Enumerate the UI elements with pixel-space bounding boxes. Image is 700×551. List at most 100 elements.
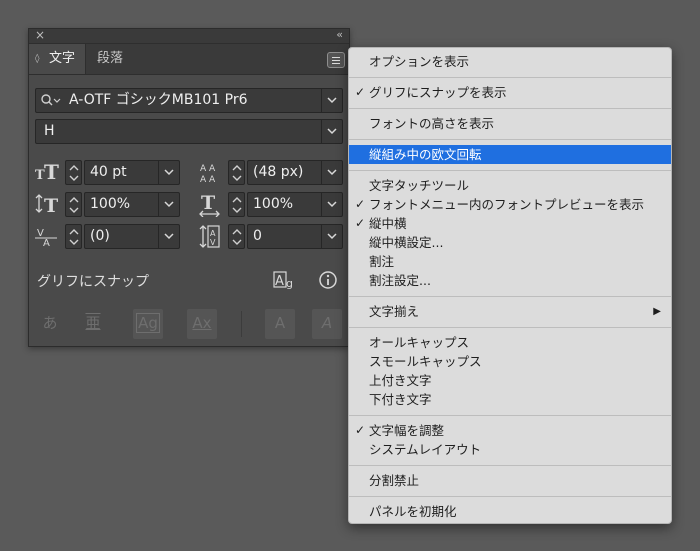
horizontal-scale-icon: T: [199, 192, 223, 221]
menu-item-reset-panel[interactable]: パネルを初期化: [349, 502, 671, 521]
menu-item-font-preview[interactable]: ✓ フォントメニュー内のフォントプレビューを表示: [349, 195, 671, 214]
kerning-stepper[interactable]: [65, 224, 82, 249]
menu-item-label: オプションを表示: [369, 54, 470, 69]
horizontal-scale-stepper[interactable]: [228, 192, 245, 217]
checkmark-icon: ✓: [355, 197, 366, 211]
tab-grip-icon[interactable]: ◊: [35, 44, 39, 74]
menu-line-icon: [332, 63, 340, 64]
close-icon[interactable]: ×: [35, 28, 45, 42]
chevron-down-icon[interactable]: [321, 193, 342, 216]
font-family-value: A-OTF ゴシックMB101 Pr6: [69, 92, 248, 108]
snap-to-x-height-button[interactable]: Ax: [187, 309, 217, 339]
menu-item-rotate-roman-in-vertical[interactable]: 縦組み中の欧文回転: [349, 145, 671, 164]
svg-text:A: A: [209, 175, 216, 184]
search-icon[interactable]: [39, 89, 61, 119]
vertical-scale-value: 100%: [90, 196, 131, 212]
menu-item-show-options[interactable]: オプションを表示: [349, 52, 671, 71]
kanji-icon: 亜: [85, 314, 101, 332]
vertical-scale-field[interactable]: 100%: [84, 192, 180, 217]
leading-field[interactable]: (48 px): [247, 160, 343, 185]
menu-item-label: 文字タッチツール: [369, 178, 470, 193]
menu-item-label: 割注: [369, 254, 395, 269]
svg-text:A: A: [210, 229, 216, 238]
menu-item-show-font-height[interactable]: フォントの高さを表示: [349, 114, 671, 133]
tracking-value: 0: [253, 228, 262, 244]
leading-value: (48 px): [253, 164, 304, 180]
menu-item-adjust-character-width[interactable]: ✓ 文字幅を調整: [349, 421, 671, 440]
checkmark-icon: ✓: [355, 423, 366, 437]
horizontal-scale-field[interactable]: 100%: [247, 192, 343, 217]
svg-text:A: A: [209, 164, 216, 174]
font-style-field[interactable]: H: [35, 119, 343, 144]
font-size-field[interactable]: 40 pt: [84, 160, 180, 185]
menu-item-tate-chu-yoko[interactable]: ✓ 縦中横: [349, 214, 671, 233]
menu-item-label: オールキャップス: [369, 335, 470, 350]
menu-item-small-caps[interactable]: スモールキャップス: [349, 352, 671, 371]
font-family-field[interactable]: A-OTF ゴシックMB101 Pr6: [35, 88, 343, 113]
font-size-stepper[interactable]: [65, 160, 82, 185]
snap-to-proximity-button[interactable]: A: [312, 309, 342, 339]
chevron-down-icon[interactable]: [321, 89, 342, 112]
menu-item-label: フォントメニュー内のフォントプレビューを表示: [369, 197, 645, 212]
svg-text:V: V: [210, 238, 216, 247]
tracking-stepper[interactable]: [228, 224, 245, 249]
tab-paragraph-label: 段落: [97, 51, 124, 66]
chevron-down-icon[interactable]: [158, 161, 179, 184]
menu-line-icon: [332, 57, 340, 58]
tracking-field[interactable]: 0: [247, 224, 343, 249]
menu-line-icon: [332, 60, 340, 61]
menu-item-subscript[interactable]: 下付き文字: [349, 390, 671, 409]
svg-text:A: A: [200, 175, 207, 184]
snap-to-hiragana-button[interactable]: あ: [35, 309, 65, 339]
glyph-snap-options-icon[interactable]: Ag: [273, 269, 297, 295]
menu-separator: [349, 77, 671, 78]
tab-paragraph[interactable]: 段落: [97, 44, 123, 74]
menu-item-label: 下付き文字: [369, 392, 432, 407]
kerning-field[interactable]: (0): [84, 224, 180, 249]
menu-item-label: 文字幅を調整: [369, 423, 445, 438]
menu-separator: [349, 415, 671, 416]
snap-to-kanji-button[interactable]: 亜: [78, 309, 108, 339]
leading-stepper[interactable]: [228, 160, 245, 185]
menu-item-warichu[interactable]: 割注: [349, 252, 671, 271]
chevron-down-icon[interactable]: [158, 193, 179, 216]
font-size-icon: TT: [35, 160, 59, 187]
vertical-scale-stepper[interactable]: [65, 192, 82, 217]
chevron-down-icon[interactable]: [321, 161, 342, 184]
chevron-down-icon[interactable]: [158, 225, 179, 248]
snap-to-glyph-bounds-button[interactable]: Ag: [133, 309, 163, 339]
proximity-icon: A: [321, 314, 333, 332]
snap-to-angle-button[interactable]: A: [265, 309, 295, 339]
menu-item-warichu-settings[interactable]: 割注設定...: [349, 271, 671, 290]
svg-text:A: A: [200, 164, 207, 174]
svg-text:T: T: [44, 162, 59, 182]
x-height-icon: Ax: [192, 314, 212, 332]
character-panel: × ‹‹ ◊ 文字 段落 A-OTF ゴシックMB101 Pr6 H TT 40…: [28, 28, 350, 347]
menu-item-superscript[interactable]: 上付き文字: [349, 371, 671, 390]
panel-menu-button[interactable]: [327, 52, 345, 68]
menu-item-label: グリフにスナップを表示: [369, 85, 507, 100]
angle-icon: A: [274, 314, 286, 332]
info-icon[interactable]: [318, 270, 338, 294]
menu-item-touch-type-tool[interactable]: 文字タッチツール: [349, 176, 671, 195]
menu-separator: [349, 465, 671, 466]
collapse-icon[interactable]: ‹‹: [336, 28, 343, 42]
menu-item-tate-chu-yoko-settings[interactable]: 縦中横設定...: [349, 233, 671, 252]
glyph-bounds-icon: Ag: [136, 313, 160, 333]
chevron-down-icon[interactable]: [321, 225, 342, 248]
menu-item-label: パネルを初期化: [369, 504, 457, 519]
svg-text:A: A: [43, 238, 50, 249]
menu-item-system-layout[interactable]: システムレイアウト: [349, 440, 671, 459]
checkmark-icon: ✓: [355, 85, 366, 99]
menu-separator: [349, 496, 671, 497]
tab-character[interactable]: ◊ 文字: [29, 44, 86, 74]
font-size-value: 40 pt: [90, 164, 127, 180]
chevron-down-icon[interactable]: [321, 120, 342, 143]
tab-character-label: 文字: [49, 51, 76, 66]
panel-titlebar[interactable]: × ‹‹: [29, 28, 349, 44]
menu-item-no-break[interactable]: 分割禁止: [349, 471, 671, 490]
leading-icon: AAAA: [199, 162, 221, 188]
menu-item-character-align[interactable]: 文字揃え ▶: [349, 302, 671, 321]
menu-item-show-glyph-snap[interactable]: ✓ グリフにスナップを表示: [349, 83, 671, 102]
menu-item-all-caps[interactable]: オールキャップス: [349, 333, 671, 352]
